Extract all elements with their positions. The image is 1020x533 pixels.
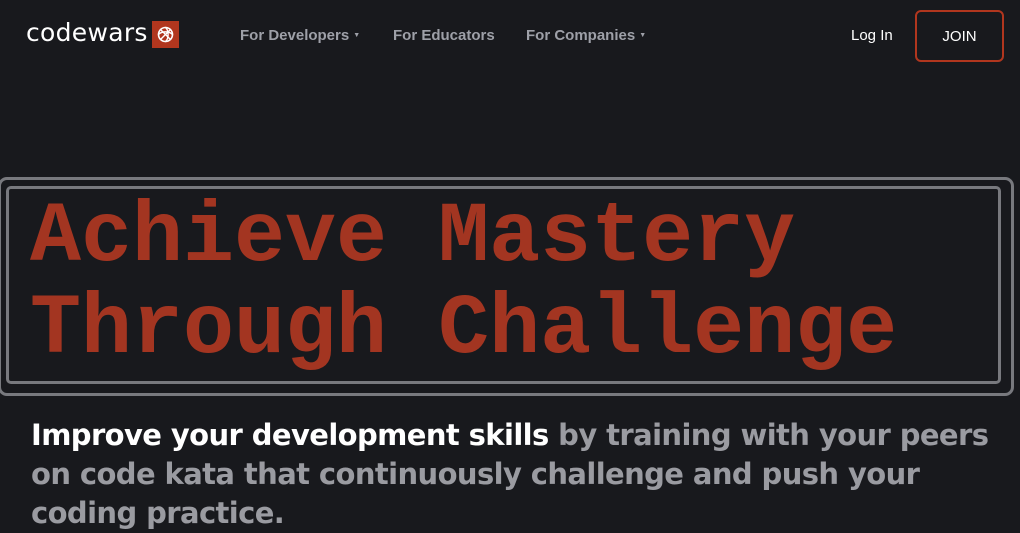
- nav-for-companies[interactable]: For Companies ▼: [526, 27, 646, 45]
- hero-headline: Achieve Mastery Through Challenge: [30, 192, 897, 376]
- caret-down-icon: ▼: [353, 32, 361, 39]
- nav-for-companies-label: For Companies: [526, 27, 636, 44]
- nav-for-educators[interactable]: For Educators: [393, 27, 495, 45]
- caret-down-icon: ▼: [639, 32, 647, 39]
- nav-for-educators-label: For Educators: [393, 27, 495, 44]
- top-navigation: codewars For Developers ▼ For Educators F…: [0, 0, 1020, 72]
- hero-tagline: Improve your development skills by train…: [31, 416, 991, 533]
- join-button[interactable]: JOIN: [915, 10, 1004, 62]
- codewars-logo-icon: [151, 20, 179, 48]
- logo-text: codewars: [26, 18, 148, 47]
- nav-for-developers[interactable]: For Developers ▼: [240, 27, 360, 45]
- tagline-strong: Improve your development skills: [31, 418, 549, 452]
- codewars-logo-link[interactable]: codewars: [26, 18, 179, 48]
- headline-line-1: Achieve Mastery: [30, 189, 796, 286]
- login-link[interactable]: Log In: [851, 27, 893, 45]
- headline-line-2: Through Challenge: [30, 281, 898, 378]
- nav-for-developers-label: For Developers: [240, 27, 350, 44]
